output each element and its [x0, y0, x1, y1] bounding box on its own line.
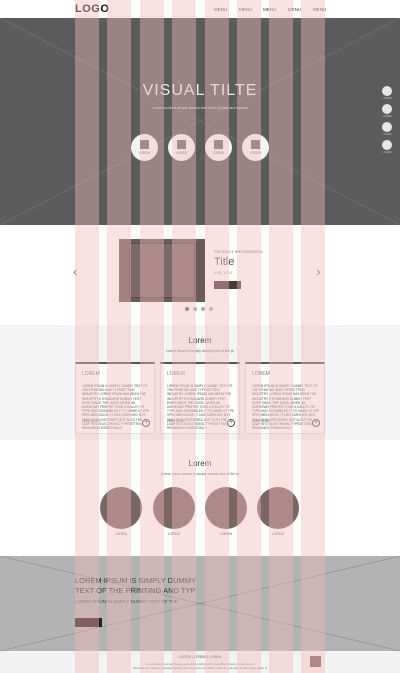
square-icon	[214, 140, 223, 149]
menu-item-5[interactable]: MENU	[313, 7, 326, 12]
section-subtitle: Lorem Ipsum is simply dummy text of the …	[166, 349, 234, 353]
card-title: LOREM	[167, 371, 185, 377]
feature-label: LOREM	[167, 532, 181, 536]
hero-subtitle: Lorem Ipsum is simply dummy text of the …	[152, 106, 248, 110]
promo-banner: LOREM IPSUM IS SIMPLY DUMMY TEXT OF THE …	[0, 556, 400, 651]
footer-links[interactable]: LOREM | LOREM | LOREM	[0, 655, 400, 659]
feature-circle-2[interactable]	[153, 487, 195, 529]
side-nav-label: LOREM	[382, 151, 392, 154]
feature-label: LOREM	[219, 532, 233, 536]
chevron-left-icon[interactable]: ‹	[73, 263, 78, 279]
plus-circle-icon[interactable]: +	[227, 419, 235, 427]
card-date: 2015-06-05	[252, 419, 270, 423]
card-body: LOREM IPSUM IS SIMPLY DUMMY TEXT OF THE …	[82, 384, 150, 431]
banner-button[interactable]	[75, 618, 102, 627]
carousel-dot-2[interactable]	[193, 307, 197, 311]
feature-label: LOREM	[271, 532, 285, 536]
card-body: LOREM IPSUM IS SIMPLY DUMMY TEXT OF THE …	[167, 384, 235, 431]
plus-circle-icon[interactable]: +	[312, 419, 320, 427]
carousel-dot-1[interactable]	[185, 307, 189, 311]
hero-icon-label: LOREM	[249, 151, 262, 155]
side-nav-dot-1[interactable]	[382, 86, 392, 96]
news-card-2[interactable]: LOREM LOREM IPSUM IS SIMPLY DUMMY TEXT O…	[160, 362, 240, 434]
hero-icon-label: LOREM	[138, 151, 151, 155]
hero-banner: VISUAL TILTE Lorem Ipsum is simply dummy…	[0, 18, 400, 225]
hero-icon-label: LOREM	[212, 151, 225, 155]
product-subtitle: SUB_TITLE	[214, 271, 233, 275]
hero-icon-label: LOREM	[175, 151, 188, 155]
hero-icon-button-2[interactable]: LOREM	[168, 134, 195, 161]
header: LOGO MENU MENU MENU MENU MENU	[0, 0, 400, 18]
footer-text: has been the industry's standard dummy t…	[132, 666, 268, 670]
side-nav-dot-3[interactable]	[382, 122, 392, 132]
section-title: Lorem	[188, 459, 212, 468]
square-icon	[140, 140, 149, 149]
side-nav-dot-2[interactable]	[382, 104, 392, 114]
banner-placeholder-cross	[0, 556, 400, 651]
plus-circle-icon[interactable]: +	[142, 419, 150, 427]
product-image	[119, 239, 205, 302]
cards-section: Lorem Lorem Ipsum is simply dummy text o…	[0, 325, 400, 440]
card-title: LOREM	[82, 371, 100, 377]
news-card-1[interactable]: LOREM LOREM IPSUM IS SIMPLY DUMMY TEXT O…	[75, 362, 155, 434]
logo[interactable]: LOGO	[75, 3, 109, 15]
section-subtitle: Lorem Lorem Ipsum is simply dummy text o…	[160, 472, 240, 476]
carousel-dot-4[interactable]	[209, 307, 213, 311]
menu-item-4[interactable]: MENU	[288, 7, 301, 12]
side-nav-dot-4[interactable]	[382, 140, 392, 150]
feature-circle-3[interactable]	[205, 487, 247, 529]
menu-item-1[interactable]: MENU	[214, 7, 227, 12]
feature-circle-4[interactable]	[257, 487, 299, 529]
hero-icon-button-4[interactable]: LOREM	[242, 134, 269, 161]
square-icon	[177, 140, 186, 149]
hero-icon-button-3[interactable]: LOREM	[205, 134, 232, 161]
hero-icon-button-1[interactable]: LOREM	[131, 134, 158, 161]
product-info-label: PRODUCT INFORMATION	[214, 249, 263, 254]
banner-title: LOREM IPSUM IS SIMPLY DUMMY TEXT OF THE …	[75, 576, 275, 596]
carousel-dot-3[interactable]	[201, 307, 205, 311]
card-date: 2015-06-05	[167, 419, 185, 423]
circles-section: Lorem Lorem Lorem Ipsum is simply dummy …	[0, 440, 400, 556]
footer: LOREM | LOREM | LOREM Lorem Ipsum is sim…	[0, 651, 400, 673]
feature-circle-1[interactable]	[100, 487, 142, 529]
section-title: Lorem	[188, 336, 212, 345]
banner-title-line: TEXT OF THE PRINTING AND TYP	[75, 586, 196, 595]
product-title: Title	[214, 256, 235, 268]
product-button[interactable]	[214, 281, 241, 289]
card-date: 2015-06-02	[82, 419, 100, 423]
side-nav-label: LOREM	[382, 133, 392, 136]
banner-title-line: LOREM IPSUM IS SIMPLY DUMMY	[75, 576, 196, 585]
product-section: ‹ › PRODUCT INFORMATION Title SUB_TITLE	[0, 225, 400, 325]
card-body: LOREM IPSUM IS SIMPLY DUMMY TEXT OF THE …	[252, 384, 320, 431]
feature-label: LOREM	[114, 532, 128, 536]
footer-square-icon[interactable]	[310, 656, 321, 667]
banner-subtitle: LOREM IPSUM IS SIMPLY DUMMY TEXT OF THE	[75, 599, 178, 604]
menu-item-3[interactable]: MENU	[263, 7, 276, 12]
news-card-3[interactable]: LOREM LOREM IPSUM IS SIMPLY DUMMY TEXT O…	[245, 362, 325, 434]
hero-placeholder-cross	[0, 18, 400, 225]
card-title: LOREM	[252, 371, 270, 377]
side-nav-label: LOREM	[382, 115, 392, 118]
side-nav-label: LOREM	[382, 97, 392, 100]
menu-item-2[interactable]: MENU	[239, 7, 252, 12]
hero-title: VISUAL TILTE	[142, 82, 258, 99]
chevron-right-icon[interactable]: ›	[316, 263, 321, 279]
square-icon	[251, 140, 260, 149]
